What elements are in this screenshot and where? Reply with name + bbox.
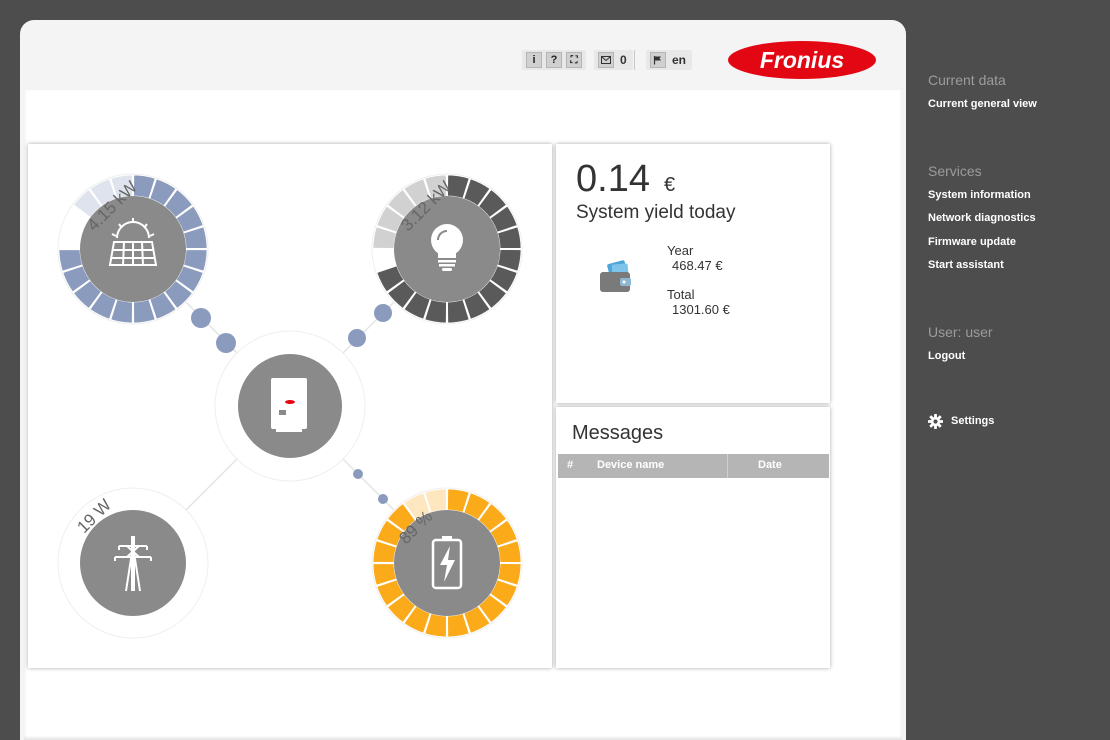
column-device-name[interactable]: Device name (597, 459, 664, 471)
logo-text: Fronius (760, 47, 844, 73)
fullscreen-icon[interactable]: ⛶ (566, 52, 582, 68)
inverter-node[interactable] (214, 330, 366, 482)
battery-node[interactable]: 89 % (371, 487, 523, 639)
help-icon[interactable]: ? (546, 52, 562, 68)
yield-card: 0.14 € System yield today Year 468.47 € … (556, 144, 830, 403)
messages-count: 0 (620, 53, 627, 67)
fullscreen-label: ⛶ (570, 54, 578, 66)
inverter-icon (271, 378, 307, 432)
toolbar-divider (634, 50, 635, 70)
fronius-logo: Fronius (726, 39, 878, 86)
toolbar-help-group: i ? ⛶ (522, 50, 586, 70)
yield-currency: € (664, 174, 676, 196)
grid-node[interactable]: 19 W (57, 487, 209, 639)
sidebar-heading-user: User: user (928, 324, 993, 340)
total-value: 1301.60 € (672, 302, 730, 317)
column-date[interactable]: Date (758, 459, 782, 471)
sidebar-item-system-information[interactable]: System information (928, 189, 1031, 201)
sidebar-heading-current-data: Current data (928, 72, 1006, 88)
envelope-icon (598, 52, 614, 68)
sidebar: Current data Current general view Servic… (906, 0, 1110, 730)
sidebar-item-settings[interactable]: Settings (951, 415, 994, 427)
load-node[interactable]: 3.12 kW (371, 173, 523, 325)
sidebar-item-logout[interactable]: Logout (928, 350, 965, 362)
column-number[interactable]: # (567, 459, 573, 471)
yield-today-value: 0.14 (576, 158, 650, 200)
sidebar-item-firmware-update[interactable]: Firmware update (928, 236, 1016, 248)
wallet-icon (598, 260, 634, 301)
messages-button[interactable]: 0 (594, 50, 633, 70)
sidebar-item-start-assistant[interactable]: Start assistant (928, 259, 1004, 271)
messages-card: Messages # Device name Date (556, 407, 830, 668)
year-label: Year (667, 243, 694, 258)
gear-icon[interactable] (928, 414, 943, 434)
language-button[interactable]: en (646, 50, 693, 70)
sidebar-item-network-diagnostics[interactable]: Network diagnostics (928, 212, 1036, 224)
column-separator (727, 454, 728, 478)
yield-today-label: System yield today (576, 202, 736, 223)
total-label: Total (667, 287, 695, 302)
sidebar-heading-services: Services (928, 163, 982, 179)
info-icon[interactable]: i (526, 52, 542, 68)
language-label: en (672, 53, 687, 67)
year-value: 468.47 € (672, 258, 723, 273)
sidebar-item-current-general-view[interactable]: Current general view (928, 98, 1037, 110)
messages-table-header: # Device name Date (558, 454, 829, 478)
flag-icon (650, 52, 666, 68)
energy-flow-card: 4.15 kW 3.12 kW 19 W 89 % (28, 144, 552, 668)
solar-node[interactable]: 4.15 kW (57, 173, 209, 325)
help-label: ? (550, 54, 558, 66)
messages-title: Messages (572, 422, 664, 444)
info-label: i (532, 54, 536, 66)
